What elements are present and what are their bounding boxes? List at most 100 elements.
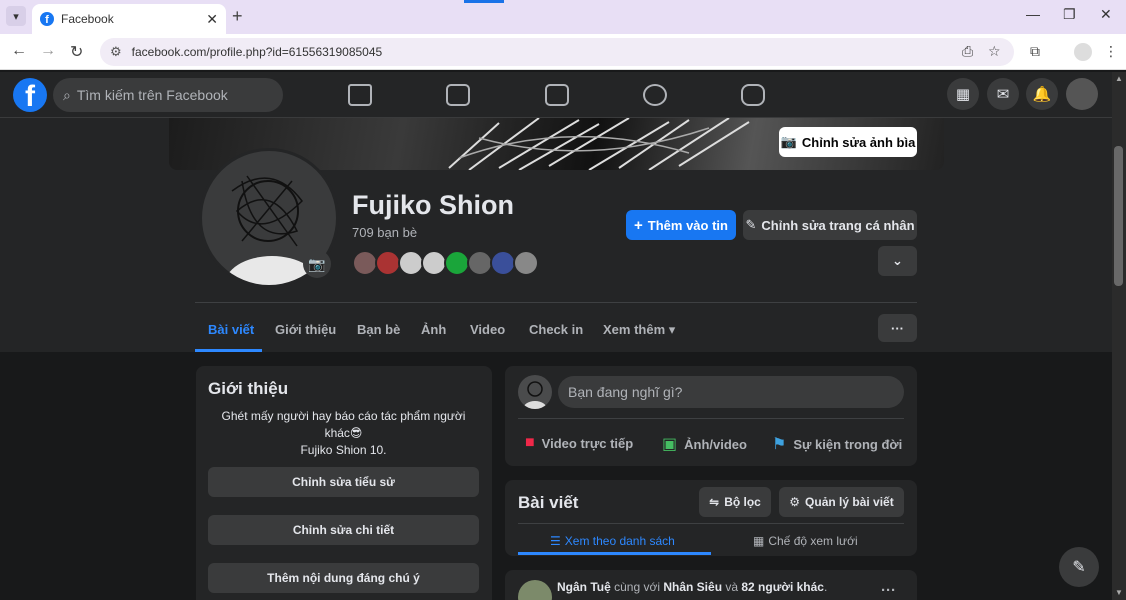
messenger-icon[interactable]: ✉ — [987, 78, 1019, 110]
scrollbar-thumb[interactable] — [1114, 146, 1123, 286]
bio-line: Ghét mấy người hay báo cáo tác phẩm ngườ… — [221, 409, 466, 423]
page-scrollbar[interactable]: ▲ ▼ — [1112, 72, 1126, 600]
extensions-icon[interactable]: ⧉ — [1030, 43, 1040, 60]
tab-search-dropdown-icon[interactable]: ▾ — [6, 6, 26, 26]
tab-title: Facebook — [61, 12, 114, 26]
tab-friends[interactable]: Bạn bè — [357, 322, 400, 337]
account-avatar[interactable] — [1066, 78, 1098, 110]
post-dot: . — [823, 580, 828, 594]
posts-divider — [518, 523, 904, 524]
live-video-button[interactable]: ■ Video trực tiếp — [525, 434, 633, 452]
list-view-tab[interactable]: ☰ Xem theo danh sách — [550, 534, 675, 548]
expand-chevron-button[interactable]: ⌄ — [878, 246, 917, 276]
scroll-down-icon[interactable]: ▼ — [1115, 588, 1123, 597]
post-others-link[interactable]: 82 người khác — [741, 580, 824, 594]
live-video-label: Video trực tiếp — [541, 435, 634, 451]
tab-posts[interactable]: Bài viết — [208, 322, 254, 337]
post-tagged-name[interactable]: Nhân Siêu — [663, 580, 722, 594]
flag-icon: ⚑ — [772, 436, 787, 453]
facebook-logo-icon[interactable]: f — [13, 78, 47, 112]
install-app-icon[interactable]: ⎙ — [962, 43, 973, 60]
restore-icon[interactable]: ❐ — [1063, 6, 1076, 23]
composer-placeholder: Bạn đang nghĩ gì? — [568, 384, 683, 400]
gaming-icon[interactable] — [741, 84, 765, 106]
home-icon[interactable] — [348, 84, 372, 106]
facebook-header: f ⌕ Tìm kiếm trên Facebook ▦ ✉ 🔔 — [0, 72, 1112, 118]
tab-about[interactable]: Giới thiệu — [275, 322, 336, 337]
marketplace-icon[interactable] — [545, 84, 569, 106]
gear-icon: ⚙ — [789, 495, 801, 509]
post-with-text: cùng với — [610, 580, 664, 594]
browser-toolbar: ← → ↻ ⚙ facebook.com/profile.php?id=6155… — [0, 34, 1126, 70]
tab-videos[interactable]: Video — [470, 322, 505, 337]
site-settings-icon[interactable]: ⚙ — [110, 44, 122, 60]
friend-avatar[interactable] — [513, 250, 539, 276]
manage-posts-label: Quản lý bài viết — [805, 495, 894, 509]
manage-posts-button[interactable]: ⚙ Quản lý bài viết — [779, 487, 904, 517]
edit-profile-button[interactable]: ✎ Chỉnh sửa trang cá nhân — [743, 210, 917, 240]
edit-bio-button[interactable]: Chỉnh sửa tiểu sử — [208, 467, 479, 497]
edit-cover-button[interactable]: 📷 Chỉnh sửa ảnh bìa — [779, 127, 917, 157]
bookmark-star-icon[interactable]: ☆ — [988, 43, 1001, 60]
post-and-text: và — [722, 580, 742, 594]
grid-view-tab[interactable]: ▦ Chế độ xem lưới — [753, 534, 858, 548]
search-input[interactable]: ⌕ Tìm kiếm trên Facebook — [53, 78, 283, 112]
watch-icon[interactable] — [446, 84, 470, 106]
photo-video-button[interactable]: ▣ Ảnh/video — [662, 434, 747, 454]
minimize-icon[interactable]: — — [1026, 6, 1040, 22]
add-to-story-button[interactable]: + Thêm vào tin — [626, 210, 736, 240]
edit-details-button[interactable]: Chỉnh sửa chi tiết — [208, 515, 479, 545]
browser-tab-bar: ▾ f Facebook ✕ + — ❐ ✕ — [0, 0, 1126, 34]
bio-line: khác😎 — [324, 426, 363, 440]
filter-button[interactable]: ⇋ Bộ lọc — [699, 487, 771, 517]
menu-kebab-icon[interactable]: ⋮ — [1104, 43, 1118, 60]
live-video-icon: ■ — [525, 434, 535, 451]
tab-more[interactable]: Xem thêm ▾ — [603, 322, 675, 338]
update-avatar-camera-icon[interactable]: 📷 — [303, 250, 331, 278]
profile-more-button[interactable]: ··· — [878, 314, 917, 342]
intro-bio: Ghét mấy người hay báo cáo tác phẩm ngườ… — [208, 408, 479, 459]
groups-icon[interactable] — [643, 84, 667, 106]
header-divider — [195, 302, 917, 303]
grid-view-label: Chế độ xem lưới — [768, 534, 858, 548]
menu-grid-icon[interactable]: ▦ — [947, 78, 979, 110]
composer-divider — [518, 418, 904, 419]
intro-title: Giới thiệu — [208, 379, 289, 398]
caret-down-icon: ▾ — [668, 322, 676, 337]
pencil-icon: ✎ — [745, 217, 757, 232]
edit-profile-label: Chỉnh sửa trang cá nhân — [761, 217, 915, 233]
composer-avatar[interactable] — [518, 375, 552, 409]
life-event-button[interactable]: ⚑ Sự kiện trong đời — [772, 434, 902, 454]
active-tab-underline — [195, 349, 262, 352]
filter-label: Bộ lọc — [724, 495, 761, 509]
post-header: Ngân Tuệ cùng với Nhân Siêu và 82 người … — [557, 580, 827, 594]
facebook-favicon-icon: f — [40, 12, 54, 26]
friends-count[interactable]: 709 bạn bè — [352, 225, 417, 240]
whats-on-your-mind-input[interactable]: Bạn đang nghĩ gì? — [558, 376, 904, 408]
search-placeholder: Tìm kiếm trên Facebook — [76, 87, 228, 103]
address-bar[interactable]: ⚙ facebook.com/profile.php?id=6155631908… — [100, 38, 1014, 66]
edit-cover-label: Chỉnh sửa ảnh bìa — [801, 134, 916, 150]
close-window-icon[interactable]: ✕ — [1100, 6, 1112, 23]
new-tab-icon[interactable]: + — [232, 6, 243, 27]
close-tab-icon[interactable]: ✕ — [206, 11, 218, 28]
life-event-label: Sự kiện trong đời — [793, 436, 903, 452]
profile-page: 📷 Chỉnh sửa ảnh bìa 📷 Fujiko Shion 709 b… — [0, 118, 1112, 600]
tab-photos[interactable]: Ảnh — [421, 322, 446, 337]
post-more-icon[interactable]: ··· — [881, 582, 896, 599]
scroll-up-icon[interactable]: ▲ — [1115, 74, 1123, 83]
profile-avatar-icon[interactable] — [1074, 43, 1092, 61]
post-author-name[interactable]: Ngân Tuệ — [557, 580, 611, 594]
browser-tab[interactable]: f Facebook ✕ — [32, 4, 226, 34]
new-message-icon[interactable]: ✎ — [1059, 547, 1099, 587]
tab-checkins[interactable]: Check in — [529, 322, 583, 337]
photo-icon: ▣ — [662, 436, 678, 453]
notifications-bell-icon[interactable]: 🔔 — [1026, 78, 1058, 110]
add-featured-button[interactable]: Thêm nội dung đáng chú ý — [208, 563, 479, 593]
reload-icon[interactable]: ↻ — [70, 42, 83, 62]
forward-icon[interactable]: → — [40, 42, 56, 60]
back-icon[interactable]: ← — [11, 42, 27, 60]
add-to-story-label: Thêm vào tin — [647, 217, 728, 233]
plus-icon: + — [634, 216, 643, 234]
list-view-label: Xem theo danh sách — [564, 534, 675, 548]
